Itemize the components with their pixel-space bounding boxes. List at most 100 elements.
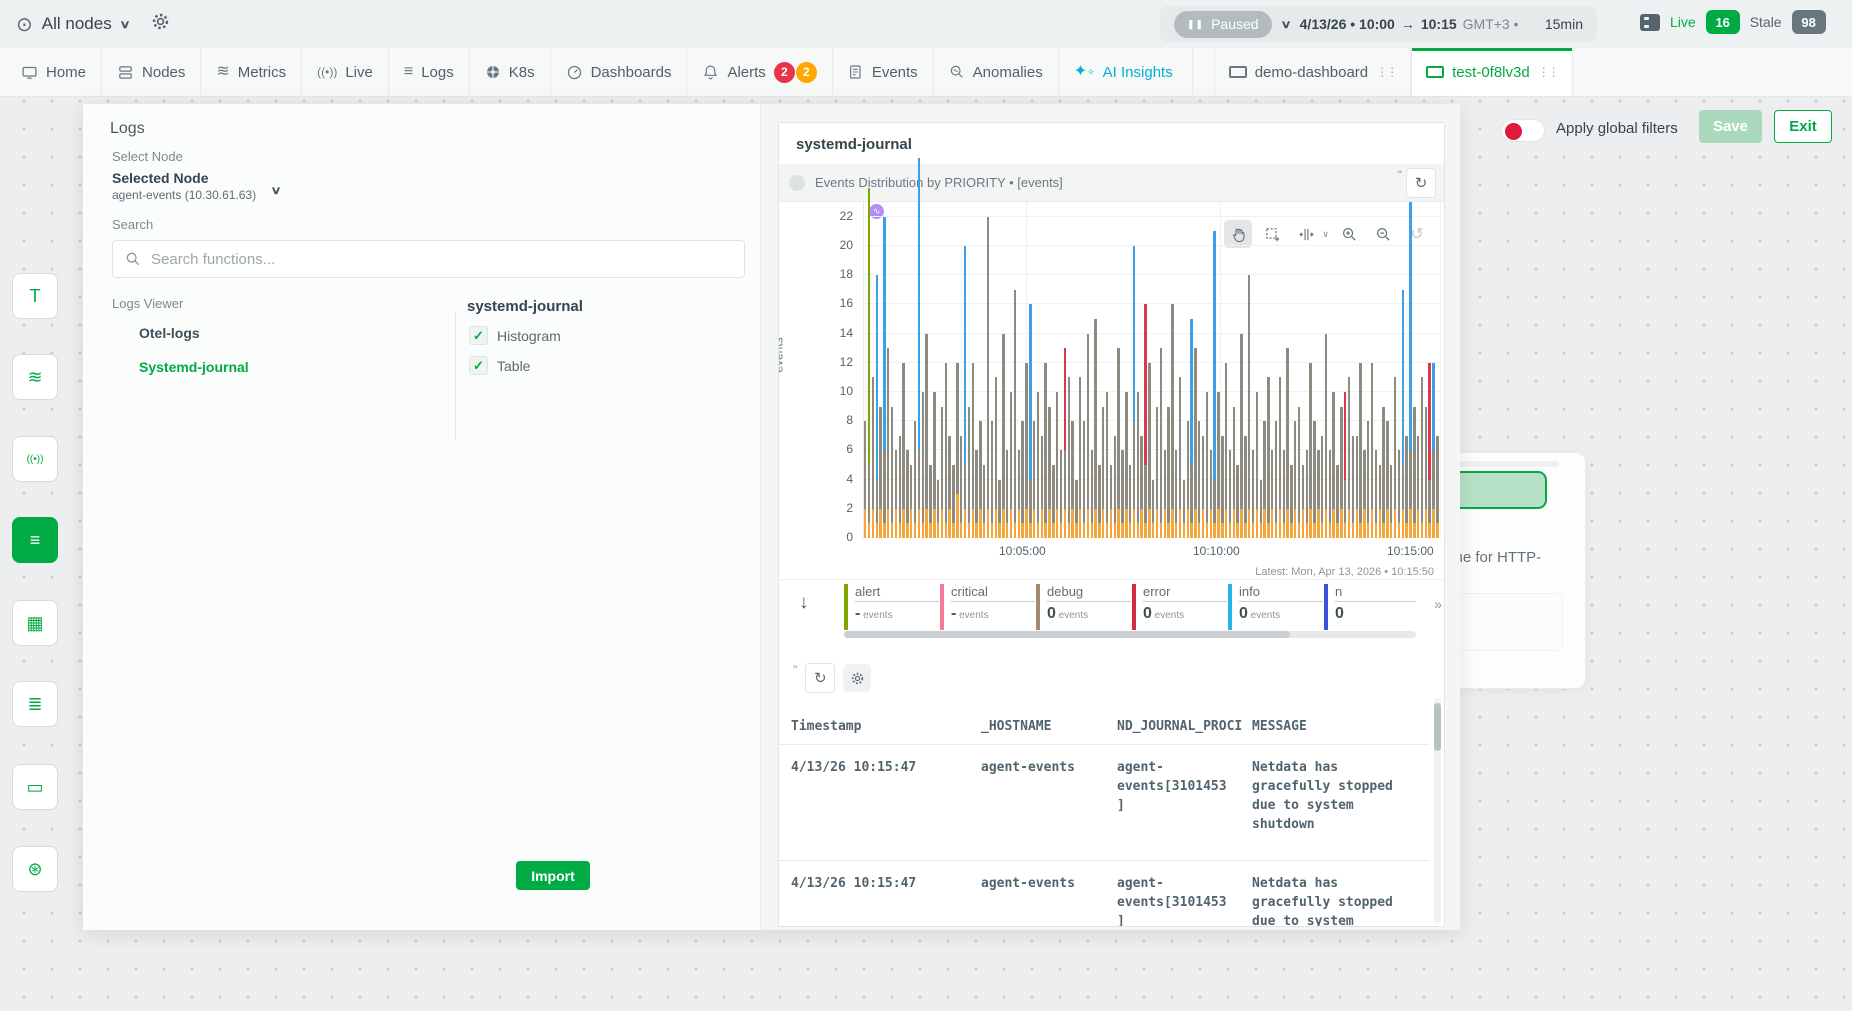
histogram-bar[interactable] <box>979 421 981 538</box>
column-header-message[interactable]: MESSAGE <box>1252 719 1422 734</box>
histogram-bar[interactable] <box>952 465 954 538</box>
time-range-picker[interactable]: ❚❚Paused ∨ 4/13/26 • 10:00 → 10:15 GMT+3… <box>1160 6 1597 42</box>
histogram-bar[interactable] <box>1298 407 1300 538</box>
histogram-bar[interactable] <box>1041 436 1043 538</box>
histogram-bar[interactable] <box>941 407 943 538</box>
histogram-bar[interactable] <box>948 436 950 538</box>
nav-tab-dashboards[interactable]: Dashboards <box>550 48 687 96</box>
nav-tab-logs[interactable]: ≡ Logs <box>388 48 469 96</box>
histogram-bar[interactable] <box>1033 421 1035 538</box>
horizontal-select-tool-button[interactable] <box>1292 220 1320 248</box>
histogram-bar[interactable] <box>1025 363 1027 538</box>
histogram-bar[interactable] <box>960 436 962 538</box>
histogram-bar[interactable] <box>872 377 874 538</box>
legend-item-debug[interactable]: debug0 events <box>1036 584 1131 630</box>
reset-zoom-button[interactable]: ↺ <box>1403 220 1431 248</box>
source-item-otel-logs[interactable]: Otel-logs <box>139 325 200 341</box>
histogram-bar[interactable] <box>914 421 916 538</box>
histogram-bar[interactable] <box>1363 450 1365 538</box>
apply-global-filters-toggle[interactable] <box>1501 119 1545 142</box>
live-count-badge[interactable]: 16 <box>1706 10 1740 34</box>
sidebar-text-annotation-button[interactable]: T <box>12 273 58 319</box>
table-row[interactable]: 4/13/26 10:15:47agent-eventsagent- event… <box>779 861 1429 927</box>
histogram-bar[interactable] <box>1306 450 1308 538</box>
histogram-bar[interactable] <box>1194 348 1196 538</box>
histogram-bar[interactable] <box>1352 436 1354 538</box>
histogram-bar[interactable] <box>1068 377 1070 538</box>
sidebar-live-functions-button[interactable]: ((•)) <box>12 436 58 482</box>
nav-tab-anomalies[interactable]: Anomalies <box>933 48 1058 96</box>
histogram-bar[interactable] <box>864 421 866 538</box>
histogram-bar[interactable] <box>1425 407 1427 538</box>
histogram-bar[interactable] <box>1144 304 1146 538</box>
histogram-bar[interactable] <box>1175 450 1177 538</box>
select-area-tool-button[interactable] <box>1258 220 1286 248</box>
histogram-bar[interactable] <box>1064 348 1066 538</box>
histogram-bar[interactable] <box>983 465 985 538</box>
histogram-bar[interactable] <box>1056 392 1058 538</box>
nav-tab-alerts[interactable]: Alerts 2 2 <box>686 48 831 96</box>
histogram-bar[interactable] <box>1164 450 1166 538</box>
zoom-in-button[interactable] <box>1335 220 1363 248</box>
chart-plot-area[interactable]: ∿ ∨ ↺ <box>863 202 1439 538</box>
sidebar-k8s-button[interactable]: ⊛ <box>12 846 58 892</box>
histogram-bar[interactable] <box>1140 436 1142 538</box>
histogram-bar[interactable] <box>1233 407 1235 538</box>
zoom-out-button[interactable] <box>1369 220 1397 248</box>
histogram-bar[interactable] <box>1021 421 1023 538</box>
histogram-bar[interactable] <box>1321 436 1323 538</box>
histogram-bar[interactable] <box>1133 246 1135 538</box>
histogram-bar[interactable] <box>929 465 931 538</box>
histogram-bar[interactable] <box>883 217 885 538</box>
histogram-bar[interactable] <box>1160 348 1162 538</box>
histogram-bar[interactable] <box>1125 392 1127 538</box>
histogram-bar[interactable] <box>1014 290 1016 538</box>
histogram-bar[interactable] <box>933 392 935 538</box>
histogram-bar[interactable] <box>1094 319 1096 538</box>
histogram-bar[interactable] <box>1379 465 1381 538</box>
histogram-bar[interactable] <box>1098 465 1100 538</box>
sort-arrow-icon[interactable]: ↓ <box>799 592 809 614</box>
histogram-bar[interactable] <box>1079 377 1081 538</box>
histogram-bar[interactable] <box>1029 304 1031 538</box>
histogram-bar[interactable] <box>1091 450 1093 538</box>
legend-item-alert[interactable]: alert- events <box>844 584 939 630</box>
exit-button[interactable]: Exit <box>1774 110 1832 143</box>
histogram-bar[interactable] <box>1402 290 1404 538</box>
histogram-bar[interactable] <box>1210 450 1212 538</box>
histogram-bar[interactable] <box>1356 436 1358 538</box>
histogram-bar[interactable] <box>1336 465 1338 538</box>
legend-item-error[interactable]: error0 events <box>1132 584 1227 630</box>
nav-tab-k8s[interactable]: K8s <box>469 48 550 96</box>
table-checkbox-row[interactable]: ✓ Table <box>469 356 530 375</box>
histogram-bar[interactable] <box>1332 392 1334 538</box>
histogram-bar[interactable] <box>1087 334 1089 538</box>
histogram-bar[interactable] <box>1348 377 1350 538</box>
histogram-bar[interactable] <box>1263 421 1265 538</box>
histogram-bar[interactable] <box>968 407 970 538</box>
alerts-critical-badge[interactable]: 2 <box>774 62 795 83</box>
histogram-bar[interactable] <box>1236 465 1238 538</box>
histogram-bar[interactable] <box>1367 421 1369 538</box>
search-input[interactable] <box>151 251 732 268</box>
histogram-bar[interactable] <box>1198 421 1200 538</box>
histogram-bar[interactable] <box>1129 465 1131 538</box>
histogram-bar[interactable] <box>1060 450 1062 538</box>
histogram-bar[interactable] <box>910 465 912 538</box>
histogram-bar[interactable] <box>868 188 870 538</box>
histogram-bar[interactable] <box>1382 407 1384 538</box>
chart-refresh-button[interactable]: ↻ <box>1406 168 1436 198</box>
histogram-bar[interactable] <box>1283 450 1285 538</box>
table-refresh-button[interactable]: ↻ <box>805 663 835 693</box>
histogram-bar[interactable] <box>1121 450 1123 538</box>
histogram-bar[interactable] <box>1225 363 1227 538</box>
histogram-bar[interactable] <box>1106 392 1108 538</box>
histogram-bar[interactable] <box>1206 392 1208 538</box>
node-select-dropdown[interactable]: Selected Node agent-events (10.30.61.63)… <box>112 170 256 202</box>
histogram-bar[interactable] <box>879 407 881 538</box>
sidebar-logs-button[interactable]: ≡ <box>12 517 58 563</box>
histogram-bar[interactable] <box>1409 202 1411 538</box>
histogram-bar[interactable] <box>1187 421 1189 538</box>
table-scrollbar[interactable] <box>1434 698 1441 923</box>
histogram-checkbox-row[interactable]: ✓ Histogram <box>469 326 561 345</box>
